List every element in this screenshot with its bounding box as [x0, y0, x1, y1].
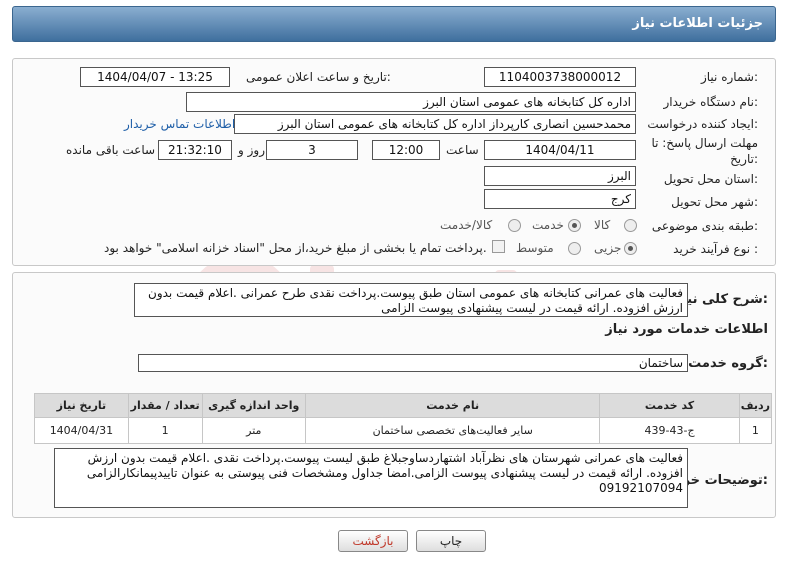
buyer-notes-text: فعالیت های عمرانی شهرستان های نظرآباد اش… — [54, 448, 688, 508]
deadline-time-label: ساعت — [446, 143, 479, 157]
category-option-service: خدمت — [532, 218, 564, 232]
header-bar: جزئیات اطلاعات نیاز — [12, 6, 776, 42]
purchase-option-minor: جزیی — [594, 241, 622, 255]
summary-text: فعالیت های عمرانی کتابخانه های عمومی است… — [134, 283, 688, 317]
delivery-province-field: البرز — [484, 166, 636, 186]
print-button[interactable]: چاپ — [416, 530, 486, 552]
purchase-radio-medium[interactable] — [568, 242, 581, 255]
table-row: 1404/04/31 1 متر سایر فعالیت‌های تخصصی س… — [34, 417, 773, 444]
cell-unit: متر — [201, 417, 307, 444]
col-quantity: تعداد / مقدار — [127, 393, 203, 418]
need-info-panel — [12, 58, 776, 266]
col-service-name: نام خدمت — [305, 393, 601, 418]
purchase-option-medium: متوسط — [516, 241, 554, 255]
buyer-contact-link[interactable]: اطلاعات تماس خریدار — [124, 117, 235, 131]
cell-need-date: 1404/04/31 — [34, 417, 129, 444]
service-group-field: ساختمان — [138, 354, 688, 372]
need-number-field: 1104003738000012 — [484, 67, 636, 87]
services-section-title: اطلاعات خدمات مورد نیاز — [605, 322, 768, 337]
buyer-org-label: نام دستگاه خریدار: — [663, 95, 759, 109]
service-group-label: گروه خدمت: — [688, 356, 768, 371]
remaining-time-field: 21:32:10 — [158, 140, 232, 160]
announce-datetime-field: 1404/04/07 - 13:25 — [80, 67, 230, 87]
deadline-label-line1: مهلت ارسال پاسخ: تا — [651, 136, 758, 150]
remaining-label: ساعت باقی مانده — [66, 143, 156, 157]
col-row-number: ردیف — [738, 393, 773, 418]
need-number-label: شماره نیاز: — [700, 70, 758, 84]
deadline-label-line2: تاریخ: — [730, 152, 758, 166]
delivery-city-label: شهر محل تحویل: — [671, 195, 758, 209]
summary-label: شرح کلی نیاز: — [674, 292, 768, 307]
purchase-type-label: نوع فرآیند خرید : — [673, 242, 758, 256]
cell-quantity: 1 — [127, 417, 203, 444]
deadline-date-field: 1404/04/11 — [484, 140, 636, 160]
col-need-date: تاریخ نیاز — [34, 393, 129, 418]
category-radio-service[interactable] — [568, 219, 581, 232]
buyer-org-field: اداره کل کتابخانه های عمومی استان البرز — [186, 92, 636, 112]
delivery-province-label: استان محل تحویل: — [663, 172, 758, 186]
remaining-days-field: 3 — [266, 140, 358, 160]
creator-field: محمدحسین انصاری کارپرداز اداره کل کتابخا… — [234, 114, 636, 134]
category-radio-goods-service[interactable] — [508, 219, 521, 232]
cell-row-number: 1 — [738, 417, 773, 444]
table-header-row: تاریخ نیاز تعداد / مقدار واحد اندازه گیر… — [34, 393, 773, 418]
purchase-radio-minor[interactable] — [624, 242, 637, 255]
category-option-goods: کالا — [594, 218, 611, 232]
page-title: جزئیات اطلاعات نیاز — [632, 16, 763, 31]
delivery-city-field: کرج — [484, 189, 636, 209]
creator-label: ایجاد کننده درخواست: — [647, 117, 758, 131]
cell-service-name: سایر فعالیت‌های تخصصی ساختمان — [305, 417, 601, 444]
cell-service-code: ج-43-439 — [599, 417, 740, 444]
category-option-goods-service: کالا/خدمت — [440, 218, 493, 232]
category-radio-goods[interactable] — [624, 219, 637, 232]
col-service-code: کد خدمت — [599, 393, 740, 418]
col-unit: واحد اندازه گیری — [201, 393, 307, 418]
treasury-note: پرداخت تمام یا بخشی از مبلغ خرید،از محل … — [104, 241, 487, 255]
services-table: تاریخ نیاز تعداد / مقدار واحد اندازه گیر… — [34, 393, 773, 444]
treasury-checkbox[interactable] — [492, 240, 505, 253]
back-button[interactable]: بازگشت — [338, 530, 408, 552]
days-label: روز و — [238, 143, 265, 157]
announce-datetime-label: تاریخ و ساعت اعلان عمومی: — [246, 70, 391, 84]
deadline-time-field: 12:00 — [372, 140, 440, 160]
category-label: طبقه بندی موضوعی: — [651, 219, 758, 233]
